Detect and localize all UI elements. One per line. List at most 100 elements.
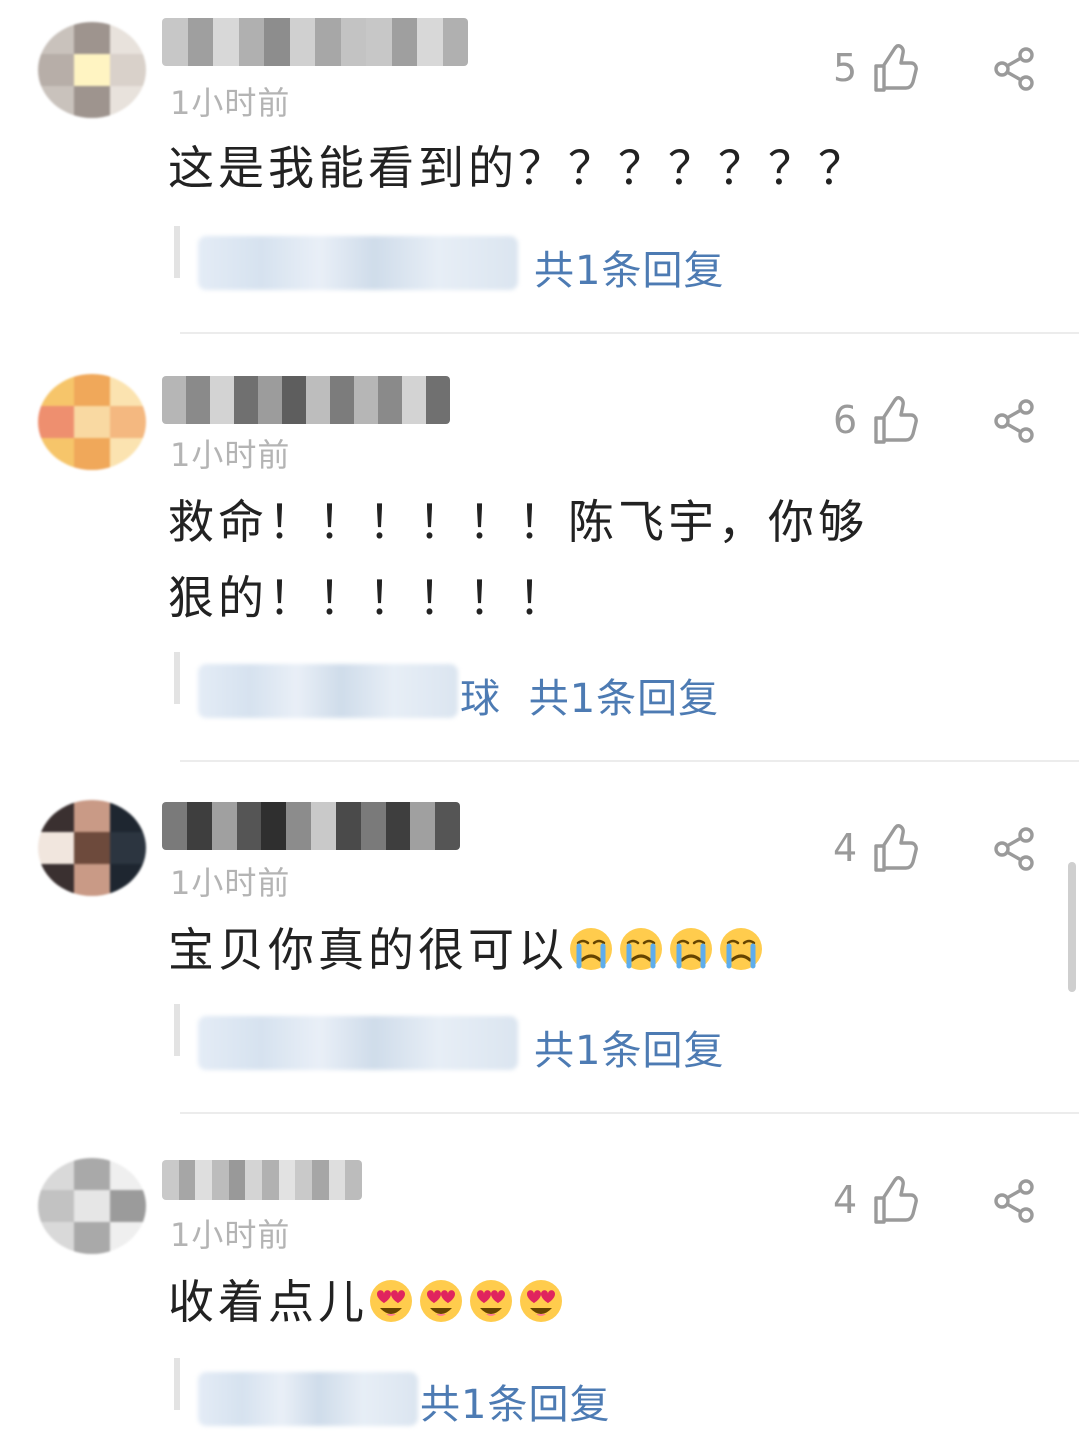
avatar[interactable] [38,22,146,118]
username-pixel [410,802,437,850]
username-pixel [187,18,214,66]
divider [180,332,1079,334]
username[interactable] [162,18,468,66]
username-pixel [402,376,427,424]
avatar-pixel [38,438,74,470]
share-icon[interactable] [990,824,1038,872]
username-pixel [282,376,307,424]
comment-time: 1小时前 [170,84,291,122]
scrollbar[interactable] [1068,862,1076,992]
username[interactable] [162,802,460,850]
avatar-pixel [38,832,74,864]
view-replies-link[interactable]: 共1条回复 [534,238,724,296]
avatar-pixel [38,864,74,896]
avatar-pixel [74,1190,110,1222]
username-pixel [345,1160,362,1200]
crying-face-icon [718,918,764,970]
avatar-pixel [110,832,146,864]
avatar-pixel [74,1158,110,1190]
username-pixel [162,802,188,850]
username-pixel [311,802,337,850]
username-pixel [211,802,238,850]
username-pixel [426,376,450,424]
username-pixel [306,376,331,424]
avatar-pixel [110,864,146,896]
avatar-pixel [74,54,110,86]
thumbs-up-icon[interactable] [872,394,918,446]
username-pixel [278,1160,297,1200]
username-pixel [289,18,316,66]
username-pixel [264,18,291,66]
view-replies-link[interactable]: 共1条回复 [534,1018,724,1076]
share-icon[interactable] [990,44,1038,92]
username-pixel [162,18,189,66]
username-pixel [258,376,283,424]
avatar-pixel [38,374,74,406]
thumbs-up-icon[interactable] [872,822,918,874]
username-pixel [366,18,393,66]
comment-text-content: 这是我能看到的？？？？？？？ [168,141,868,195]
heart-eyes-icon [418,1270,464,1322]
reply-bar [174,652,180,704]
divider [180,760,1079,762]
share-icon[interactable] [990,396,1038,444]
view-replies-link[interactable]: 球 共1条回复 [460,666,719,724]
avatar-pixel [110,800,146,832]
avatar-pixel [74,800,110,832]
avatar-pixel [38,54,74,86]
reply-bar [174,1004,180,1056]
username-pixel [162,1160,180,1200]
username-pixel [234,376,259,424]
like-count: 4 [833,826,858,870]
reply-preview[interactable] [198,1372,418,1426]
username-pixel [330,376,355,424]
username-pixel [213,18,240,66]
crying-face-icon [668,918,714,970]
username-pixel [315,18,342,66]
username-pixel [186,376,211,424]
heart-eyes-icon [518,1270,564,1322]
avatar-pixel [74,374,110,406]
avatar[interactable] [38,1158,146,1254]
avatar-pixel [74,406,110,438]
username-pixel [186,802,213,850]
reply-bar [174,226,180,278]
username-pixel [262,1160,280,1200]
username-pixel [210,376,235,424]
username-pixel [435,802,460,850]
avatar-pixel [110,22,146,54]
avatar[interactable] [38,374,146,470]
avatar-pixel [38,1190,74,1222]
username-pixel [378,376,403,424]
thumbs-up-icon[interactable] [872,42,918,94]
username-pixel [354,376,379,424]
reply-count: 共1条回复 [528,676,720,722]
reply-preview[interactable] [198,1016,518,1070]
avatar-pixel [110,86,146,118]
avatar-pixel [38,86,74,118]
avatar-pixel [74,1222,110,1254]
username-pixel [340,18,367,66]
avatar-pixel [74,86,110,118]
avatar-pixel [74,438,110,470]
avatar[interactable] [38,800,146,896]
like-count: 4 [833,1178,858,1222]
comment-text: 宝贝你真的很可以 [168,912,928,988]
thumbs-up-icon[interactable] [872,1174,918,1226]
username[interactable] [162,1160,362,1200]
like-count: 5 [833,46,858,90]
view-replies-link[interactable]: 共1条回复 [420,1372,610,1430]
avatar-pixel [110,1158,146,1190]
avatar-pixel [38,800,74,832]
avatar-pixel [110,438,146,470]
username-pixel [328,1160,347,1200]
share-icon[interactable] [990,1176,1038,1224]
avatar-pixel [110,1222,146,1254]
username[interactable] [162,376,450,424]
crying-face-icon [618,918,664,970]
comment-time: 1小时前 [170,436,291,474]
username-pixel [417,18,444,66]
reply-preview[interactable] [198,236,518,290]
reply-preview[interactable] [198,664,458,718]
username-pixel [238,18,265,66]
